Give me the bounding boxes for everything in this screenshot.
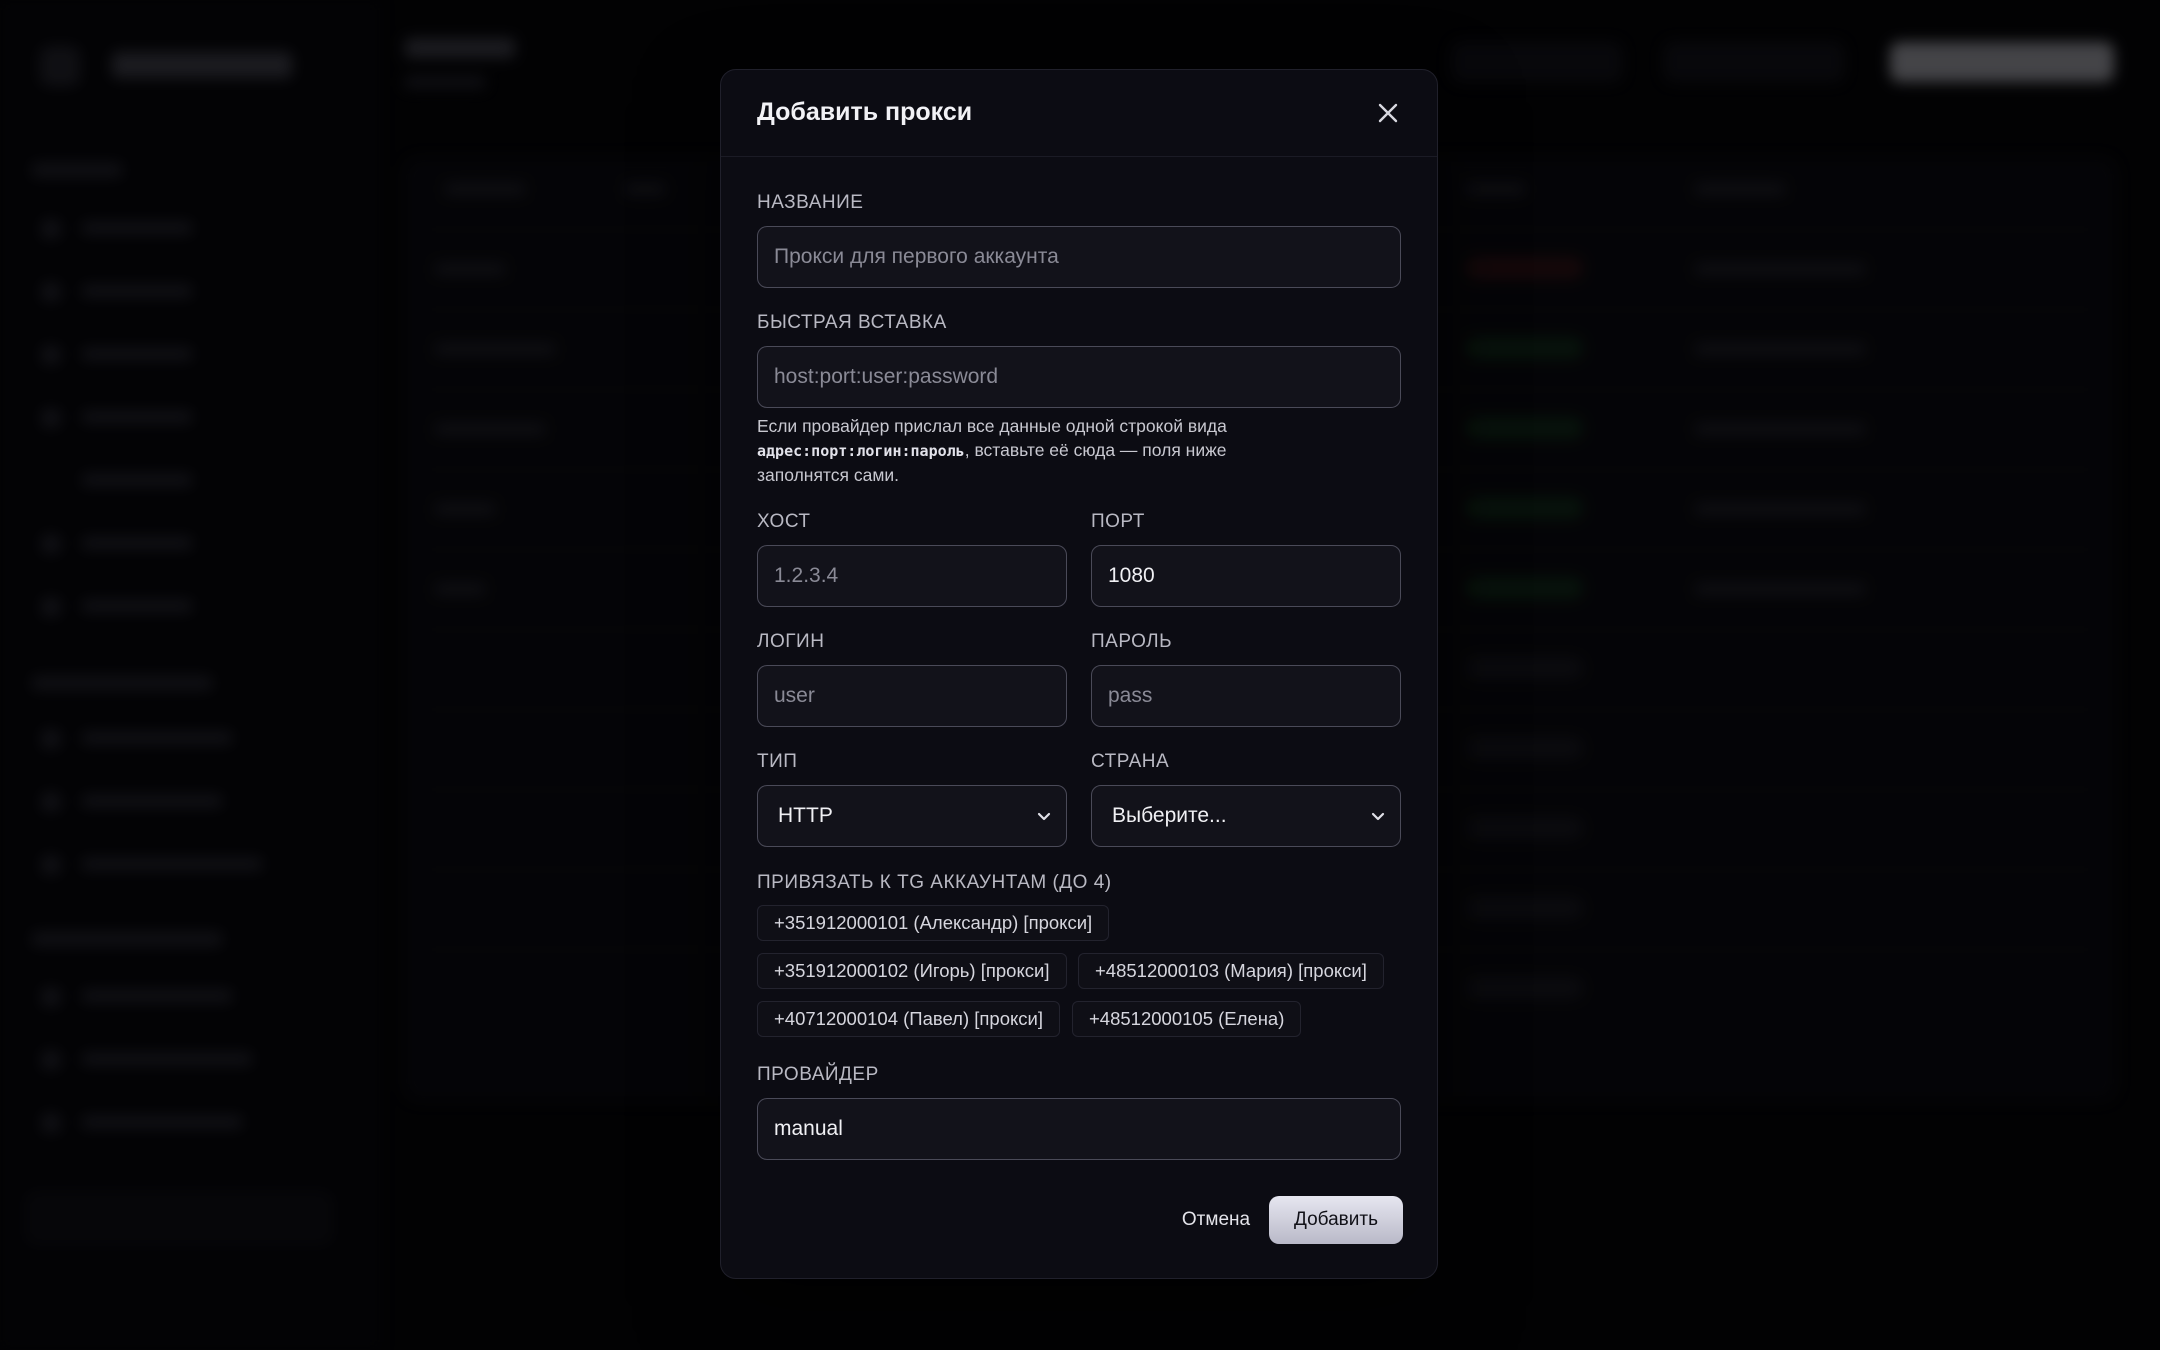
- chevron-down-icon: [1371, 812, 1385, 821]
- quick-paste-input[interactable]: [757, 346, 1401, 408]
- account-chip[interactable]: +40712000104 (Павел) [прокси]: [757, 1001, 1061, 1037]
- type-selected-value: HTTP: [778, 804, 833, 827]
- password-label: ПАРОЛЬ: [1091, 631, 1173, 652]
- dialog-header: Добавить прокси: [721, 70, 1437, 157]
- hint-text-before: Если провайдер прислал все данные одной …: [757, 416, 1227, 436]
- country-selected-value: Выберите...: [1112, 804, 1227, 827]
- account-chip[interactable]: +48512000103 (Мария) [прокси]: [1078, 953, 1384, 989]
- type-label: ТИП: [757, 751, 798, 772]
- host-label: ХОСТ: [757, 511, 811, 532]
- account-chip[interactable]: +351912000101 (Александр) [прокси]: [757, 905, 1110, 941]
- close-button[interactable]: [1375, 100, 1401, 126]
- chevron-down-icon: [1037, 812, 1051, 821]
- account-chip[interactable]: +351912000102 (Игорь) [прокси]: [757, 953, 1067, 989]
- quick-paste-label: БЫСТРАЯ ВСТАВКА: [757, 312, 947, 333]
- add-button[interactable]: Добавить: [1269, 1196, 1403, 1244]
- add-proxy-dialog: Добавить прокси НАЗВАНИЕ БЫСТРАЯ ВСТАВКА…: [720, 69, 1438, 1279]
- quick-paste-hint: Если провайдер прислал все данные одной …: [757, 414, 1317, 487]
- login-label: ЛОГИН: [757, 631, 825, 652]
- dialog-title: Добавить прокси: [757, 98, 973, 126]
- provider-input[interactable]: [757, 1098, 1401, 1160]
- port-label: ПОРТ: [1091, 511, 1145, 532]
- country-label: СТРАНА: [1091, 751, 1170, 772]
- host-input[interactable]: [757, 545, 1067, 607]
- country-select[interactable]: Выберите...: [1091, 785, 1401, 847]
- close-icon: [1378, 103, 1398, 123]
- password-input[interactable]: [1091, 665, 1401, 727]
- provider-label: ПРОВАЙДЕР: [757, 1064, 879, 1085]
- name-input[interactable]: [757, 226, 1401, 288]
- hint-format-code: адрес:порт:логин:пароль: [757, 442, 965, 460]
- port-input[interactable]: [1091, 545, 1401, 607]
- login-input[interactable]: [757, 665, 1067, 727]
- type-select[interactable]: HTTP: [757, 785, 1067, 847]
- name-label: НАЗВАНИЕ: [757, 192, 864, 213]
- accounts-label: ПРИВЯЗАТЬ К TG АККАУНТАМ (ДО 4): [757, 872, 1112, 893]
- account-chip[interactable]: +48512000105 (Елена): [1072, 1001, 1302, 1037]
